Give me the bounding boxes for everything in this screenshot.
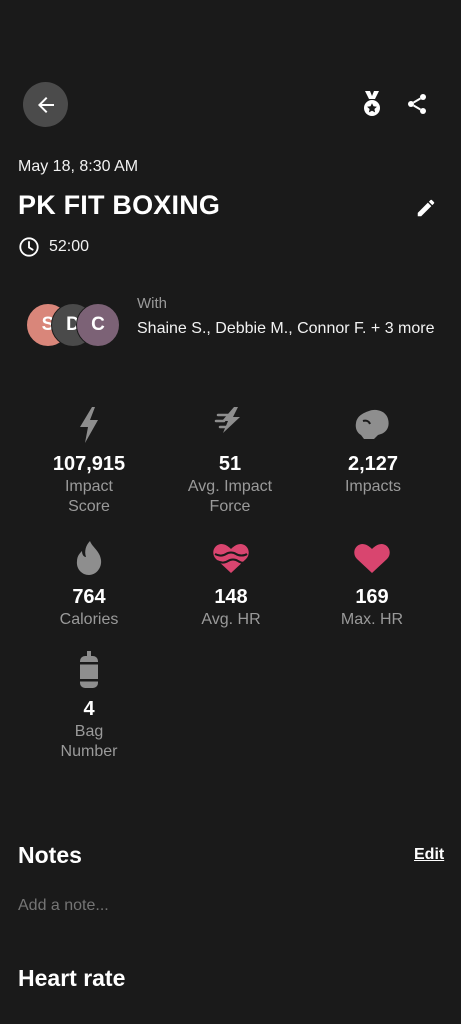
pencil-icon [417, 199, 435, 217]
stat-value: 148 [214, 586, 248, 608]
stat-bag-number: 4 Bag Number [19, 650, 159, 762]
edit-title-button[interactable] [412, 194, 440, 222]
stat-label: Bag Number [60, 723, 118, 760]
note-input[interactable] [18, 897, 438, 915]
stat-avg-impact-force: 51 Avg. Impact Force [160, 405, 300, 517]
stat-value: 4 [83, 698, 95, 720]
clock-icon [19, 237, 39, 257]
stat-value: 51 [218, 453, 242, 475]
notes-heading: Notes [18, 842, 82, 868]
heart-icon [354, 544, 390, 573]
stat-avg-hr: 148 Avg. HR [161, 538, 301, 630]
share-button[interactable] [401, 88, 433, 120]
avatar: C [76, 303, 120, 347]
force-icon [214, 407, 240, 433]
punching-bag-icon [80, 651, 98, 688]
flame-icon [76, 541, 102, 575]
heart-rate-heading: Heart rate [18, 965, 126, 991]
stat-value: 764 [72, 586, 106, 608]
boxing-glove-icon [355, 409, 389, 439]
workout-duration: 52:00 [49, 238, 90, 255]
top-bar [0, 80, 461, 128]
workout-date: May 18, 8:30 AM [18, 158, 139, 175]
participant-names[interactable]: Shaine S., Debbie M., Connor F. + 3 more [137, 318, 437, 339]
stat-impact-score: 107,915 Impact Score [19, 405, 159, 517]
stat-label: Max. HR [340, 611, 404, 628]
stat-value: 107,915 [52, 453, 126, 475]
medal-icon [364, 91, 380, 116]
notes-edit-link[interactable]: Edit [414, 846, 444, 864]
stat-label: Calories [59, 611, 119, 628]
share-icon [408, 94, 426, 114]
stat-calories: 764 Calories [19, 538, 159, 630]
back-button[interactable] [23, 82, 68, 127]
stat-impacts: 2,127 Impacts [303, 405, 443, 497]
stat-label: Avg. HR [201, 611, 261, 628]
heart-wave-icon [213, 544, 249, 573]
stat-value: 169 [355, 586, 389, 608]
stat-label: Impact Score [64, 478, 113, 515]
stat-label: Impacts [344, 478, 401, 495]
stat-max-hr: 169 Max. HR [302, 538, 442, 630]
stat-value: 2,127 [347, 453, 399, 475]
participant-avatars[interactable]: S D C [26, 303, 126, 349]
lightning-icon [80, 407, 98, 443]
duration-row: 52:00 [18, 235, 89, 259]
workout-title: PK FIT BOXING [18, 190, 221, 220]
stat-label: Avg. Impact Force [187, 478, 273, 515]
arrow-left-icon [37, 96, 54, 113]
with-label: With [137, 295, 167, 312]
medal-button[interactable] [356, 88, 388, 120]
